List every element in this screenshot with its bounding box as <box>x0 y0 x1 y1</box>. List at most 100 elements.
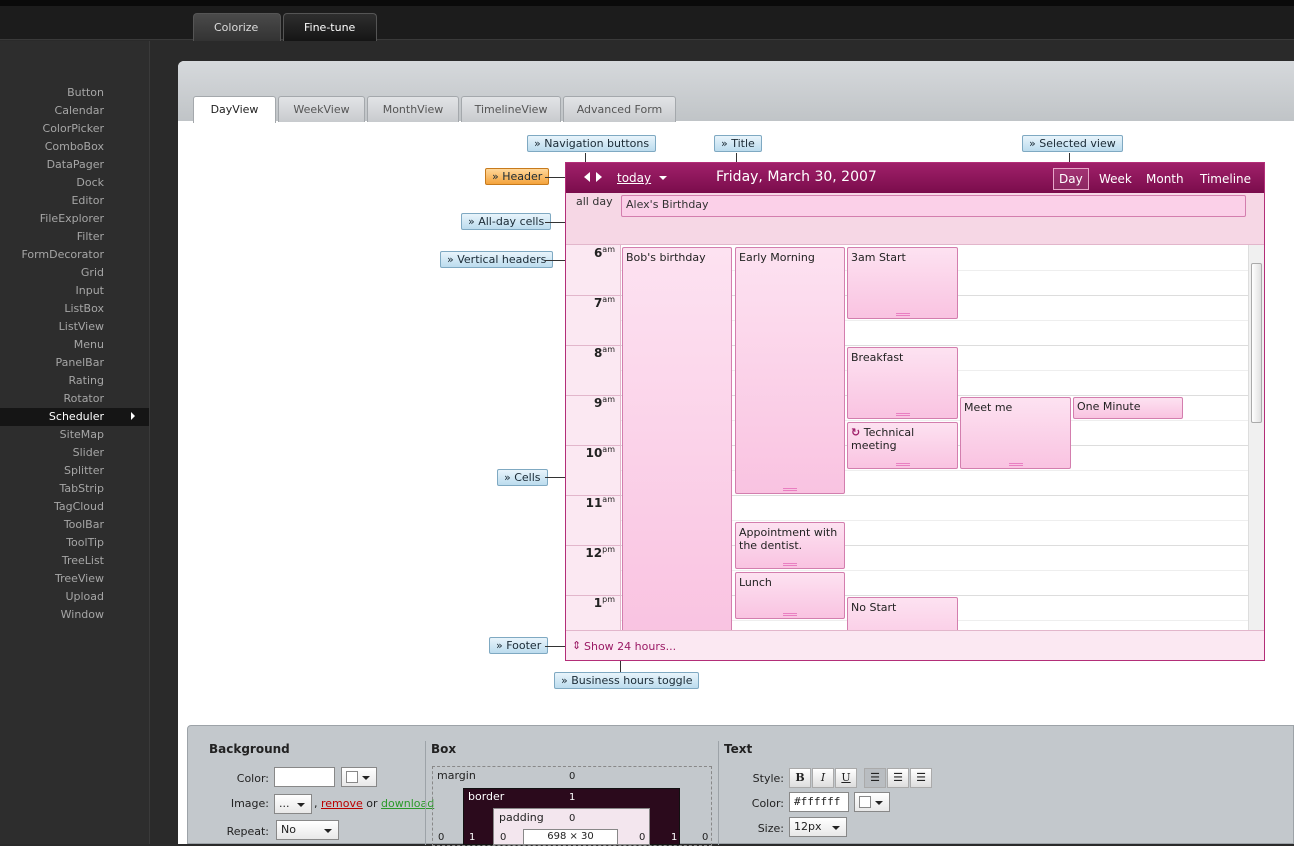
border-left-value[interactable]: 1 <box>469 832 475 843</box>
sidebar-item-rating[interactable]: Rating <box>69 374 104 387</box>
callout-vertical-headers[interactable]: » Vertical headers <box>440 251 554 268</box>
tab-fine-tune[interactable]: Fine-tune <box>283 13 377 41</box>
bold-button[interactable]: B <box>789 768 811 788</box>
align-left-icon[interactable]: ☰ <box>864 768 886 788</box>
tab-monthview[interactable]: MonthView <box>367 96 459 122</box>
resize-grip-icon[interactable] <box>895 413 910 416</box>
sidebar-item-panelbar[interactable]: PanelBar <box>56 356 105 369</box>
sidebar-item-combobox[interactable]: ComboBox <box>45 140 104 153</box>
callout-footer[interactable]: » Footer <box>489 637 549 654</box>
sidebar-item-toolbar[interactable]: ToolBar <box>64 518 104 531</box>
background-color-picker[interactable] <box>341 767 377 787</box>
sidebar-item-rotator[interactable]: Rotator <box>64 392 105 405</box>
prev-arrow-icon[interactable] <box>584 172 590 182</box>
sidebar-item-upload[interactable]: Upload <box>65 590 104 603</box>
event-early-morning[interactable]: Early Morning <box>735 247 845 494</box>
scrollbar-thumb[interactable] <box>1251 263 1262 423</box>
sidebar-item-splitter[interactable]: Splitter <box>64 464 104 477</box>
event-one-minute[interactable]: One Minute <box>1073 397 1183 419</box>
margin-right-value[interactable]: 0 <box>702 832 708 843</box>
view-timeline-button[interactable]: Timeline <box>1194 168 1257 190</box>
resize-grip-icon[interactable] <box>1008 463 1023 466</box>
tab-timelineview[interactable]: TimelineView <box>461 96 561 122</box>
event-no-start[interactable]: No Start <box>847 597 958 630</box>
sidebar-item-tabstrip[interactable]: TabStrip <box>60 482 104 495</box>
callout-selected-view[interactable]: » Selected view <box>1022 135 1123 152</box>
next-arrow-icon[interactable] <box>596 172 602 182</box>
padding-right-value[interactable]: 0 <box>639 832 645 843</box>
event-3am-start[interactable]: 3am Start <box>847 247 958 319</box>
event-lunch[interactable]: Lunch <box>735 572 845 619</box>
background-color-input[interactable] <box>274 767 335 787</box>
sidebar-item-colorpicker[interactable]: ColorPicker <box>43 122 104 135</box>
remove-link[interactable]: remove <box>321 797 363 810</box>
callout-cells[interactable]: » Cells <box>497 469 548 486</box>
margin-left-value[interactable]: 0 <box>438 832 444 843</box>
border-right-value[interactable]: 1 <box>671 832 677 843</box>
resize-grip-icon[interactable] <box>783 613 797 616</box>
text-color-input[interactable]: #ffffff <box>789 792 849 812</box>
tab-dayview[interactable]: DayView <box>193 96 276 123</box>
margin-top-value[interactable]: 0 <box>569 771 575 782</box>
download-link[interactable]: download <box>381 797 434 810</box>
sidebar-item-window[interactable]: Window <box>61 608 104 621</box>
tab-colorize[interactable]: Colorize <box>193 13 281 41</box>
sidebar-item-fileexplorer[interactable]: FileExplorer <box>40 212 104 225</box>
sidebar-item-scheduler[interactable]: Scheduler <box>0 408 149 426</box>
sidebar-item-slider[interactable]: Slider <box>73 446 104 459</box>
repeat-select[interactable]: No <box>276 820 339 840</box>
callout-navigation-buttons[interactable]: » Navigation buttons <box>527 135 657 152</box>
callout-business-hours-toggle[interactable]: » Business hours toggle <box>554 672 700 689</box>
scheduler-cells[interactable]: 6am 7am 8am 9am 10am 11am 12pm 1pm Bob's… <box>566 245 1264 630</box>
sidebar-item-treelist[interactable]: TreeList <box>62 554 104 567</box>
sidebar-item-tooltip[interactable]: ToolTip <box>66 536 104 549</box>
sidebar-item-menu[interactable]: Menu <box>74 338 104 351</box>
business-hours-toggle[interactable]: Show 24 hours... <box>584 640 676 653</box>
resize-grip-icon[interactable] <box>783 563 797 566</box>
resize-grip-icon[interactable] <box>895 463 910 466</box>
tab-advanced-form[interactable]: Advanced Form <box>563 96 676 122</box>
align-right-icon[interactable]: ☰ <box>910 768 932 788</box>
text-color-picker[interactable] <box>854 792 890 812</box>
event-dentist-appointment[interactable]: Appointment with the dentist. <box>735 522 845 569</box>
sidebar-item-input[interactable]: Input <box>76 284 104 297</box>
padding-top-value[interactable]: 0 <box>569 813 575 824</box>
sidebar-item-listview[interactable]: ListView <box>59 320 104 333</box>
sidebar-item-calendar[interactable]: Calendar <box>55 104 104 117</box>
sidebar-item-listbox[interactable]: ListBox <box>64 302 104 315</box>
sidebar-item-datapager[interactable]: DataPager <box>47 158 104 171</box>
underline-button[interactable]: U <box>835 768 857 788</box>
vertical-scrollbar[interactable] <box>1248 245 1264 630</box>
sidebar-item-dock[interactable]: Dock <box>76 176 104 189</box>
border-top-value[interactable]: 1 <box>569 792 575 803</box>
padding-left-value[interactable]: 0 <box>500 832 506 843</box>
italic-button[interactable]: I <box>812 768 834 788</box>
resize-grip-icon[interactable] <box>895 313 910 316</box>
view-month-button[interactable]: Month <box>1140 168 1190 190</box>
sidebar-item-treeview[interactable]: TreeView <box>55 572 104 585</box>
align-center-icon[interactable]: ☰ <box>887 768 909 788</box>
allday-event[interactable]: Alex's Birthday <box>621 195 1246 217</box>
tab-weekview[interactable]: WeekView <box>278 96 365 122</box>
view-day-button[interactable]: Day <box>1053 168 1089 190</box>
event-bobs-birthday[interactable]: Bob's birthday <box>622 247 732 630</box>
event-technical-meeting[interactable]: ↻ Technical meeting <box>847 422 958 469</box>
image-select[interactable]: ... <box>274 794 312 814</box>
date-picker-caret-icon[interactable] <box>659 176 667 180</box>
event-breakfast[interactable]: Breakfast <box>847 347 958 419</box>
resize-grip-icon[interactable] <box>783 488 797 491</box>
sidebar-item-grid[interactable]: Grid <box>81 266 104 279</box>
sidebar-item-editor[interactable]: Editor <box>71 194 104 207</box>
callout-header[interactable]: » Header <box>485 168 550 185</box>
view-week-button[interactable]: Week <box>1093 168 1138 190</box>
today-link[interactable]: today <box>617 171 651 185</box>
sidebar-item-formdecorator[interactable]: FormDecorator <box>21 248 104 261</box>
sidebar-item-tagcloud[interactable]: TagCloud <box>54 500 104 513</box>
sidebar-item-filter[interactable]: Filter <box>77 230 104 243</box>
font-size-select[interactable]: 12px <box>789 817 847 837</box>
sidebar-item-sitemap[interactable]: SiteMap <box>60 428 104 441</box>
callout-title[interactable]: » Title <box>714 135 762 152</box>
sidebar-item-button[interactable]: Button <box>67 86 104 99</box>
event-meet-me[interactable]: Meet me <box>960 397 1071 469</box>
callout-allday-cells[interactable]: » All-day cells <box>461 213 552 230</box>
